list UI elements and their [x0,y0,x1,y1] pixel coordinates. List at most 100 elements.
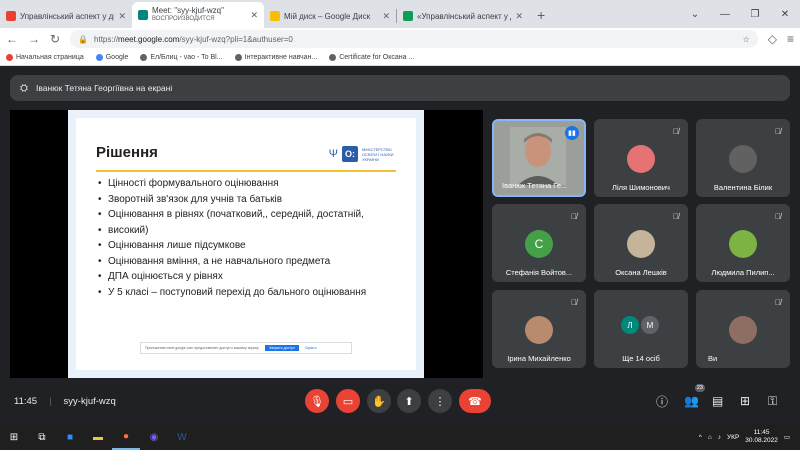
viber-icon[interactable]: ◉ [140,424,168,450]
clock-date: 30.08.2022 [745,437,778,444]
stop-sharing-button[interactable]: Закрыть доступ [265,345,299,351]
windows-taskbar: ⊞ ⧉ ■ ▬ ● ◉ W ^ ⌂ ♪ УКР 11:45 30.08.2022… [0,424,800,450]
meeting-info: 11:45 | syy-kjuf-wzq [14,396,116,407]
browser-tab[interactable]: Управлінський аспект у діяль ✕ [0,4,132,28]
presentation-slide: Рішення Ψ O: МІНІСТЕРСТВО ОСВІТИ І НАУКИ… [68,110,424,378]
trident-icon: Ψ [328,148,338,160]
participant-name: Ви [708,354,718,363]
tray-expand-icon[interactable]: ^ [699,434,702,441]
mic-toggle-button[interactable]: 🎙 [305,389,329,413]
network-icon[interactable]: ⌂ [708,434,712,441]
participant-tile[interactable]: 🎙̸ Валентина Білик [696,119,790,197]
participant-tile[interactable]: 🎙̸ Ліля Шимонович [594,119,688,197]
avatar-group: Л М [621,316,659,334]
participant-tile-speaking[interactable]: ▮▮ Іванюк Тетяна Ге... [492,119,586,197]
chat-icon[interactable]: ▤ [712,394,723,408]
firefox-icon[interactable]: ● [112,424,140,450]
word-icon[interactable]: W [168,424,196,450]
pocket-icon[interactable]: ◇ [768,32,777,46]
leave-call-button[interactable]: ☎ [459,389,491,413]
activities-icon[interactable]: ⊞ [740,394,750,408]
people-icon[interactable]: 👥 23 [684,384,705,408]
bookmarks-bar: Начальная страница Google Ел/Блиц - vao … [0,50,800,66]
url-path: /syy-kjuf-wzq?pli=1&authuser=0 [179,34,293,44]
tab-title: Meet: "syy-kjuf-wzq" [152,6,224,15]
tab-favicon-icon [6,11,16,21]
more-options-button[interactable]: ⋮ [428,389,452,413]
back-icon[interactable]: ← [6,32,18,46]
browser-tab-active[interactable]: Meet: "syy-kjuf-wzq" ВОСПРОИЗВОДИТСЯ ✕ [132,2,264,28]
meeting-details-icon[interactable]: ⓘ [656,393,668,410]
close-window-icon[interactable]: ✕ [770,0,800,28]
bookmark-item[interactable]: Інтерактивне навчан... [234,54,318,61]
more-participants-label: Ще 14 осіб [622,354,660,363]
clock-time: 11:45 [753,429,770,436]
mic-off-icon: 🎙̸ [775,297,781,307]
participant-tile[interactable]: 🎙̸ Оксана Лешків [594,204,688,282]
drive-favicon-icon [270,11,280,21]
participant-tile[interactable]: 🎙̸ Людмила Пилип... [696,204,790,282]
forward-icon[interactable]: → [28,32,40,46]
camera-toggle-button[interactable]: ▭ [336,389,360,413]
bookmark-item[interactable]: Ел/Блиц - vao - To Bl... [140,54,223,61]
avatar [729,316,757,344]
ministry-logo: Ψ O: МІНІСТЕРСТВО ОСВІТИ І НАУКИ УКРАЇНИ [329,146,394,162]
hide-notice-button[interactable]: Скрыть [305,346,317,350]
sharing-notice-text: Приложение meet.google.com предоставляет… [145,346,260,350]
participant-tile[interactable]: 🎙̸ Ірина Михайленко [492,290,586,368]
bookmark-item[interactable]: Certificate for Оксана ... [329,54,414,61]
bookmark-item[interactable]: Google [95,54,128,61]
menu-icon[interactable]: ≡ [787,32,794,46]
bookmark-label: Інтерактивне навчан... [244,54,318,61]
browser-tab[interactable]: Мій диск – Google Диск ✕ [264,4,396,28]
bookmark-item[interactable]: Начальная страница [6,54,84,61]
browser-tab-bar: Управлінський аспект у діяль ✕ Meet: "sy… [0,0,800,28]
zoom-app-icon[interactable]: ■ [56,424,84,450]
close-tab-icon[interactable]: ✕ [382,11,390,22]
lock-icon: 🔒 [78,34,89,44]
host-controls-icon[interactable]: ⚿ [768,394,777,409]
input-language[interactable]: УКР [727,434,739,441]
more-participants-tile[interactable]: Л М Ще 14 осіб [594,290,688,368]
minimize-icon[interactable]: — [710,0,740,28]
close-tab-icon[interactable]: ✕ [250,10,258,21]
self-tile[interactable]: 🎙̸ Ви [696,290,790,368]
mic-off-icon: 🎙̸ [775,211,781,221]
logo-mark-icon: O: [342,146,358,162]
mic-off-icon: 🎙̸ [673,126,679,136]
speaking-indicator-icon: ▮▮ [565,126,579,140]
notifications-icon[interactable]: ▭ [784,433,790,441]
avatar: М [641,316,659,334]
participant-tile[interactable]: 🎙̸ С Стефанія Войтов... [492,204,586,282]
reload-icon[interactable]: ↻ [50,32,60,46]
task-view-icon[interactable]: ⧉ [28,424,56,450]
avatar [729,230,757,258]
browser-tab[interactable]: «Управлінський аспект у діяль ✕ [397,4,529,28]
bookmark-star-icon[interactable]: ☆ [743,35,750,44]
new-tab-button[interactable]: + [537,7,545,23]
volume-icon[interactable]: ♪ [718,434,721,441]
url-prefix: https:// [94,34,119,44]
close-tab-icon[interactable]: ✕ [515,11,523,22]
raise-hand-button[interactable]: ✋ [367,389,391,413]
windows-start-icon[interactable]: ⊞ [0,424,28,450]
present-button[interactable]: ⬆ [397,389,421,413]
restore-icon[interactable]: ❐ [740,0,770,28]
sheets-favicon-icon [403,11,413,21]
system-clock[interactable]: 11:45 30.08.2022 [745,429,778,445]
file-explorer-icon[interactable]: ▬ [84,424,112,450]
bookmark-icon [6,54,13,61]
close-tab-icon[interactable]: ✕ [118,11,126,22]
avatar [627,230,655,258]
slide-bullet: Зворотній зв'язок для учнів та батьків [98,192,394,208]
avatar [627,145,655,173]
meeting-controls-bar: 11:45 | syy-kjuf-wzq 🎙 ▭ ✋ ⬆ ⋮ ☎ ⓘ 👥 23 ▤… [0,378,800,424]
slide-bullet-list: Цінності формувального оцінювання Зворот… [98,176,394,300]
bookmark-label: Certificate for Оксана ... [339,54,415,61]
slide-bullet: Оцінювання вміння, а не навчального пред… [98,254,394,270]
tab-list-icon[interactable]: ⌄ [680,0,710,28]
avatar [729,145,757,173]
tab-title-wrap: Meet: "syy-kjuf-wzq" ВОСПРОИЗВОДИТСЯ [152,6,246,24]
sharing-notice-bar: Приложение meet.google.com предоставляет… [140,342,352,354]
address-bar[interactable]: 🔒 https://meet.google.com/syy-kjuf-wzq?p… [70,30,758,48]
